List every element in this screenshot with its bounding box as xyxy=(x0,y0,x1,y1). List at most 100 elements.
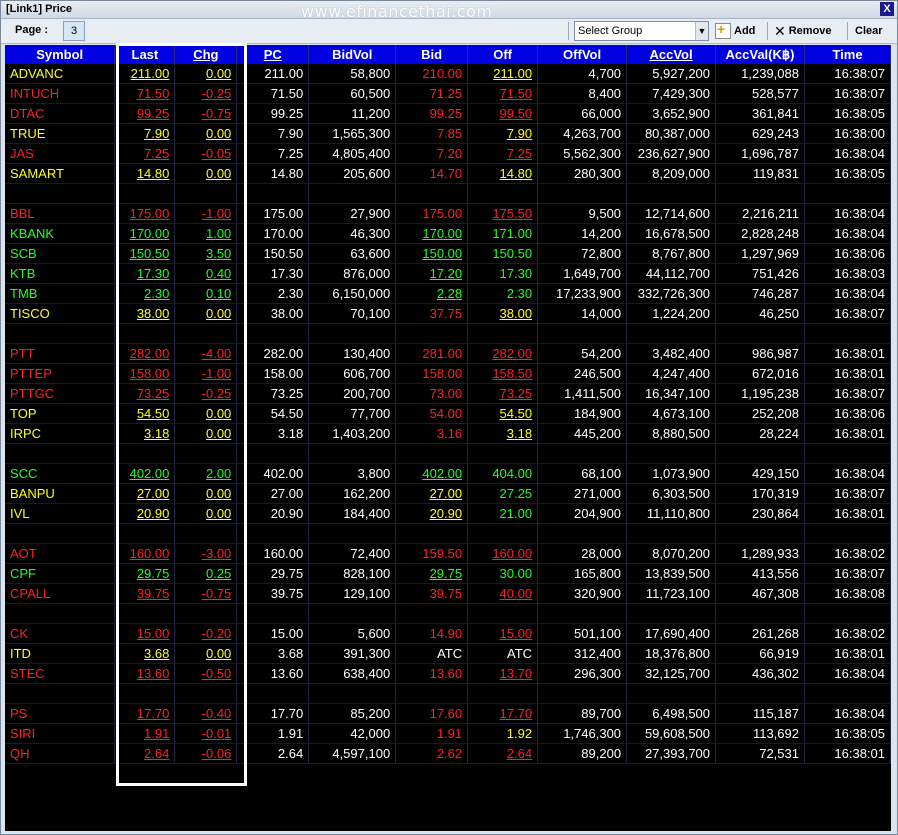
cell-chg[interactable]: -1.00 xyxy=(174,203,238,224)
table-row[interactable]: TOP 54.50 0.00 54.50 77,700 54.00 54.50 184,900… xyxy=(5,403,891,424)
table-row[interactable]: BANPU 27.00 0.00 27.00 162,200 27.00 27.25 271,… xyxy=(5,483,891,504)
table-row[interactable]: JAS 7.25 -0.05 7.25 4,805,400 7.20 7.25 5,562,3… xyxy=(5,143,891,164)
cell-chg[interactable]: 0.00 xyxy=(174,64,238,84)
table-row[interactable]: ADVANC 211.00 0.00 211.00 58,800 210.00 211.00… xyxy=(5,64,891,84)
col-header-accvol[interactable]: AccVol xyxy=(626,45,717,64)
col-header-chg[interactable]: Chg xyxy=(174,45,238,64)
table-row[interactable]: AOT 160.00 -3.00 160.00 72,400 159.50 160.00 28… xyxy=(5,543,891,564)
cell-last[interactable]: 160.00 xyxy=(114,543,176,564)
table-row[interactable]: STEC 13.60 -0.50 13.60 638,400 13.60 13.70 296,… xyxy=(5,663,891,684)
table-row[interactable]: TISCO 38.00 0.00 38.00 70,100 37.75 38.00 14,00… xyxy=(5,303,891,324)
close-button[interactable]: X xyxy=(880,2,894,16)
table-row[interactable]: BBL 175.00 -1.00 175.00 27,900 175.00 175.50 9,… xyxy=(5,203,891,224)
cell-chg[interactable]: 0.40 xyxy=(174,263,238,284)
cell-last[interactable]: 7.90 xyxy=(114,123,176,144)
col-header-accval[interactable]: AccVal(K฿) xyxy=(715,45,805,64)
cell-chg[interactable]: 0.00 xyxy=(174,403,238,424)
cell-chg[interactable]: 1.00 xyxy=(174,223,238,244)
col-header-off[interactable]: Off xyxy=(467,45,539,64)
col-header-symbol[interactable]: Symbol xyxy=(5,45,116,64)
col-header-bid[interactable]: Bid xyxy=(395,45,469,64)
cell-chg[interactable]: -3.00 xyxy=(174,543,238,564)
cell-last[interactable]: 27.00 xyxy=(114,483,176,504)
cell-last[interactable]: 17.70 xyxy=(114,703,176,724)
cell-chg[interactable]: 0.00 xyxy=(174,503,238,524)
cell-chg[interactable]: 0.00 xyxy=(174,423,238,444)
cell-chg[interactable]: -0.75 xyxy=(174,583,238,604)
table-row[interactable]: SCB 150.50 3.50 150.50 63,600 150.00 150.50 72,… xyxy=(5,243,891,264)
cell-chg[interactable]: -0.25 xyxy=(174,383,238,404)
col-header-offvol[interactable]: OffVol xyxy=(537,45,628,64)
table-row[interactable]: PTT 282.00 -4.00 282.00 130,400 281.00 282.00 5… xyxy=(5,343,891,364)
table-row[interactable]: CPALL 39.75 -0.75 39.75 129,100 39.75 40.00 320… xyxy=(5,583,891,604)
table-row[interactable]: KTB 17.30 0.40 17.30 876,000 17.20 17.30 1,649,… xyxy=(5,263,891,284)
table-row[interactable]: TRUE 7.90 0.00 7.90 1,565,300 7.85 7.90 4,263,7… xyxy=(5,123,891,144)
cell-last[interactable]: 1.91 xyxy=(114,723,176,744)
cell-last[interactable]: 71.50 xyxy=(114,83,176,104)
cell-chg[interactable]: 0.00 xyxy=(174,303,238,324)
add-button[interactable]: Add xyxy=(715,20,755,40)
col-header-bidvol[interactable]: BidVol xyxy=(308,45,397,64)
cell-last[interactable]: 175.00 xyxy=(114,203,176,224)
cell-chg[interactable]: -0.06 xyxy=(174,743,238,764)
cell-chg[interactable]: 3.50 xyxy=(174,243,238,264)
cell-chg[interactable]: -1.00 xyxy=(174,363,238,384)
cell-last[interactable]: 7.25 xyxy=(114,143,176,164)
cell-last[interactable]: 170.00 xyxy=(114,223,176,244)
table-row[interactable]: IRPC 3.18 0.00 3.18 1,403,200 3.16 3.18 445,200… xyxy=(5,423,891,444)
col-header-last[interactable]: Last xyxy=(114,45,176,64)
cell-last[interactable]: 158.00 xyxy=(114,363,176,384)
cell-last[interactable]: 3.18 xyxy=(114,423,176,444)
cell-chg[interactable]: -0.20 xyxy=(174,623,238,644)
cell-chg[interactable]: 0.10 xyxy=(174,283,238,304)
cell-last[interactable]: 14.80 xyxy=(114,163,176,184)
table-row[interactable]: PS 17.70 -0.40 17.70 85,200 17.60 17.70 89,700 6… xyxy=(5,703,891,724)
table-row[interactable]: TMB 2.30 0.10 2.30 6,150,000 2.28 2.30 17,233,9… xyxy=(5,283,891,304)
table-row[interactable]: SIRI 1.91 -0.01 1.91 42,000 1.91 1.92 1,746,300… xyxy=(5,723,891,744)
table-row[interactable]: PTTEP 158.00 -1.00 158.00 606,700 158.00 158.5… xyxy=(5,363,891,384)
cell-last[interactable]: 2.64 xyxy=(114,743,176,764)
cell-last[interactable]: 2.30 xyxy=(114,283,176,304)
cell-chg[interactable]: 0.25 xyxy=(174,563,238,584)
cell-chg[interactable]: -0.50 xyxy=(174,663,238,684)
clear-button[interactable]: Clear xyxy=(855,22,883,40)
cell-chg[interactable]: 0.00 xyxy=(174,123,238,144)
table-row[interactable]: INTUCH 71.50 -0.25 71.50 60,500 71.25 71.50 8,4… xyxy=(5,83,891,104)
table-row[interactable]: KBANK 170.00 1.00 170.00 46,300 170.00 171.00 1… xyxy=(5,223,891,244)
cell-last[interactable]: 73.25 xyxy=(114,383,176,404)
table-row[interactable]: QH 2.64 -0.06 2.64 4,597,100 2.62 2.64 89,200 27… xyxy=(5,743,891,764)
chevron-down-icon[interactable]: ▼ xyxy=(695,22,708,40)
cell-last[interactable]: 54.50 xyxy=(114,403,176,424)
table-row[interactable]: DTAC 99.25 -0.75 99.25 11,200 99.25 99.50 66,00… xyxy=(5,103,891,124)
cell-chg[interactable]: -0.25 xyxy=(174,83,238,104)
cell-chg[interactable]: -0.75 xyxy=(174,103,238,124)
cell-last[interactable]: 211.00 xyxy=(114,64,176,84)
page-number-field[interactable]: 3 xyxy=(63,21,85,41)
cell-last[interactable]: 402.00 xyxy=(114,463,176,484)
cell-chg[interactable]: -4.00 xyxy=(174,343,238,364)
cell-last[interactable]: 15.00 xyxy=(114,623,176,644)
table-row[interactable]: IVL 20.90 0.00 20.90 184,400 20.90 21.00 204,90… xyxy=(5,503,891,524)
table-row[interactable]: CPF 29.75 0.25 29.75 828,100 29.75 30.00 165,80… xyxy=(5,563,891,584)
cell-last[interactable]: 29.75 xyxy=(114,563,176,584)
cell-last[interactable]: 150.50 xyxy=(114,243,176,264)
cell-last[interactable]: 3.68 xyxy=(114,643,176,664)
col-header-pc[interactable]: PC xyxy=(236,45,310,64)
remove-button[interactable]: ✕ Remove xyxy=(774,22,832,40)
table-row[interactable]: SAMART 14.80 0.00 14.80 205,600 14.70 14.80 280… xyxy=(5,163,891,184)
table-row[interactable]: ITD 3.68 0.00 3.68 391,300 ATC ATC 312,400 18,37… xyxy=(5,643,891,664)
cell-last[interactable]: 99.25 xyxy=(114,103,176,124)
cell-chg[interactable]: -0.01 xyxy=(174,723,238,744)
cell-chg[interactable]: 0.00 xyxy=(174,643,238,664)
col-header-time[interactable]: Time xyxy=(804,45,891,64)
cell-last[interactable]: 13.60 xyxy=(114,663,176,684)
cell-last[interactable]: 282.00 xyxy=(114,343,176,364)
cell-chg[interactable]: 2.00 xyxy=(174,463,238,484)
cell-chg[interactable]: 0.00 xyxy=(174,163,238,184)
cell-chg[interactable]: -0.40 xyxy=(174,703,238,724)
select-group-dropdown[interactable]: Select Group ▼ xyxy=(574,21,709,41)
cell-last[interactable]: 17.30 xyxy=(114,263,176,284)
cell-last[interactable]: 39.75 xyxy=(114,583,176,604)
table-row[interactable]: PTTGC 73.25 -0.25 73.25 200,700 73.00 73.25 1,4… xyxy=(5,383,891,404)
table-row[interactable]: CK 15.00 -0.20 15.00 5,600 14.90 15.00 501,100 1… xyxy=(5,623,891,644)
